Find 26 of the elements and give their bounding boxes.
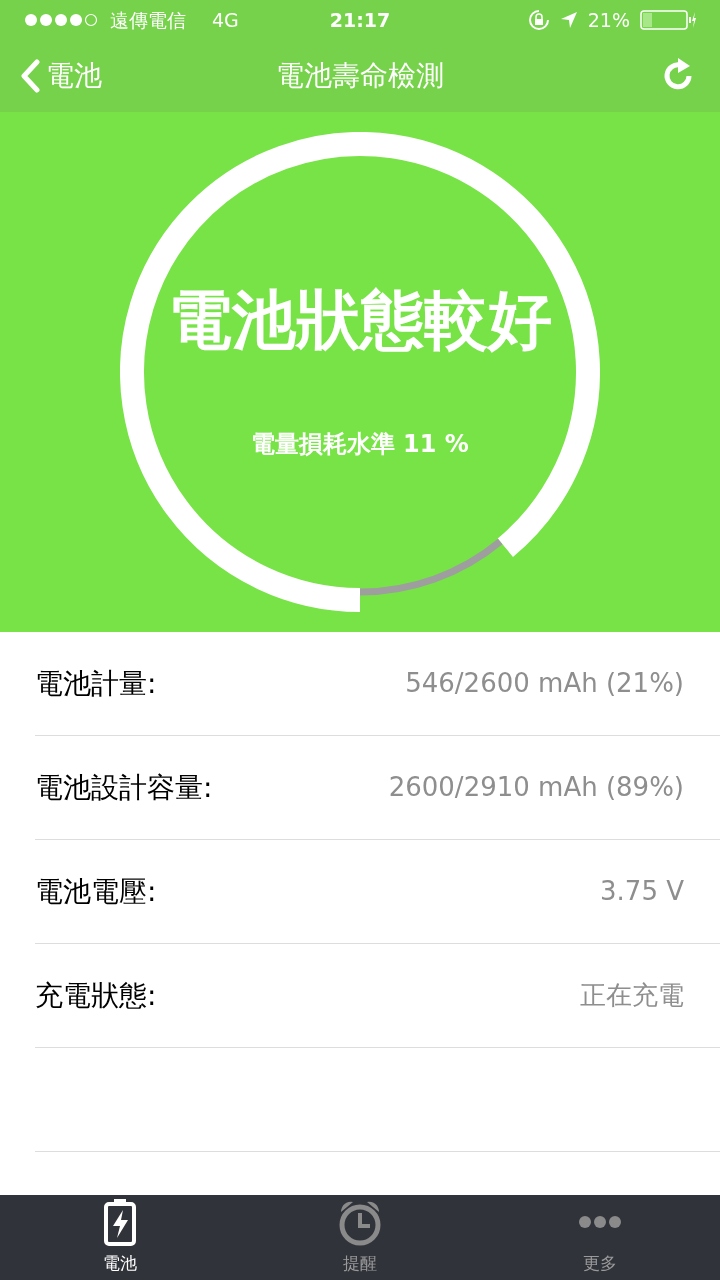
row-value: 正在充電 [580,979,684,1012]
row-label: 電池電壓: [35,873,157,910]
rotation-lock-icon [527,9,550,31]
battery-icon [103,1197,137,1246]
more-icon [578,1214,622,1229]
tab-item[interactable]: 更多 [480,1195,720,1280]
battery-percent: 21% [587,7,630,33]
carrier-name: 遠傳電信 [110,7,186,33]
row-label: 電池計量: [35,665,157,702]
tab-item[interactable]: 電池 [0,1195,240,1280]
row-value: 3.75 V [600,875,684,908]
row-value: 2600/2910 mAh (89%) [388,771,684,804]
row-value: 546/2600 mAh (21%) [405,667,684,700]
wear-label: 電量損耗水準 [251,429,396,460]
battery-status-icon [640,10,696,30]
signal-icon [24,13,98,27]
network-type: 4G [212,7,239,33]
row-label: 充電狀態: [35,977,157,1014]
tab-item[interactable]: 提醒 [240,1195,480,1280]
location-arrow-icon [559,11,578,29]
page-title: 電池壽命檢測 [276,58,444,94]
wear-value: 11 % [403,429,469,460]
clock-time: 21:17 [329,7,391,33]
chevron-left-icon [20,59,40,93]
row-label: 電池設計容量: [35,769,213,806]
battery-status-text: 電池狀態較好 [168,282,552,359]
